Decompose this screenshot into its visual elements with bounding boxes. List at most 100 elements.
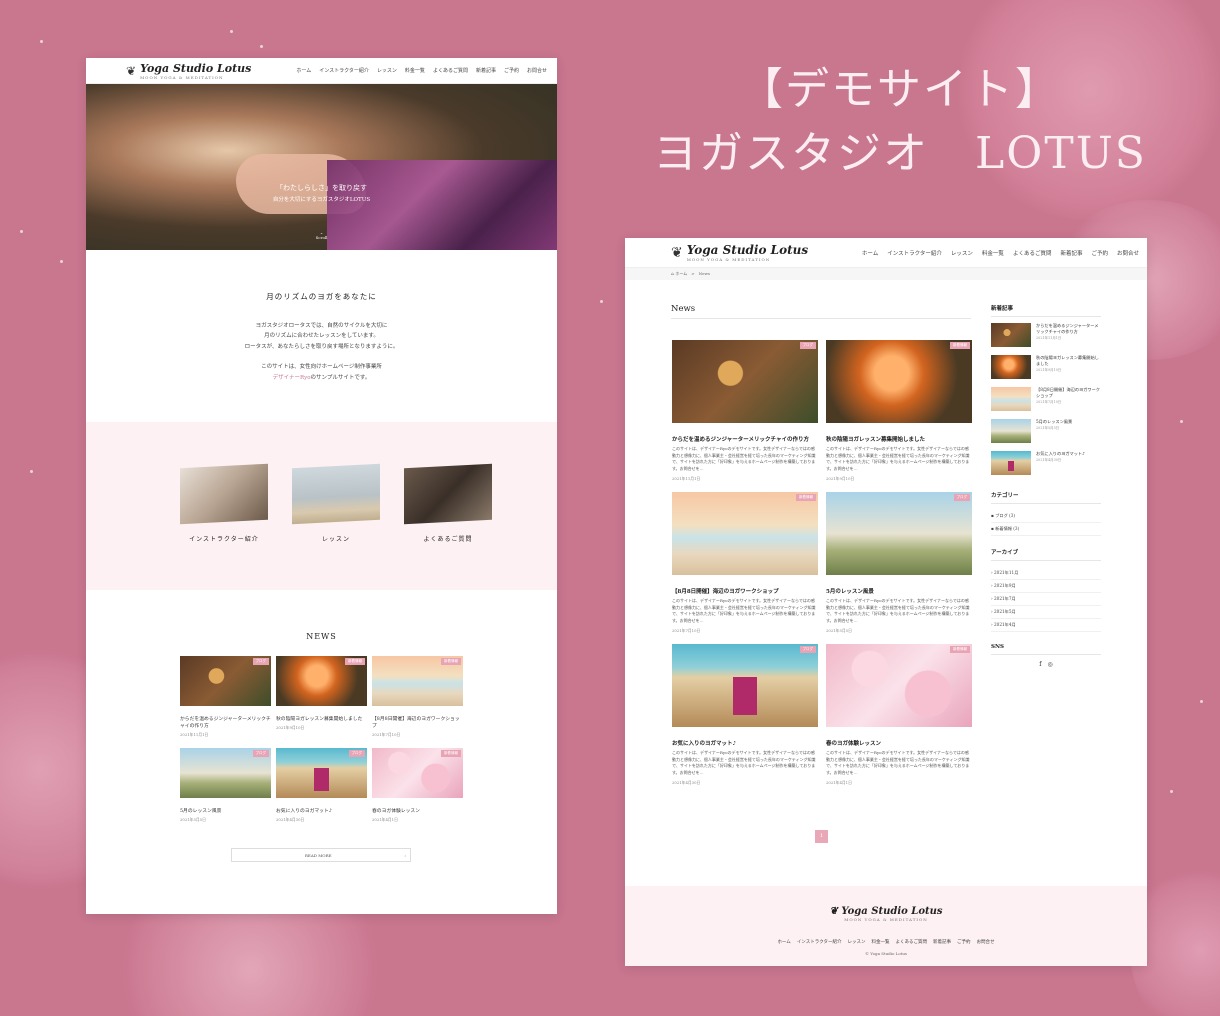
nav-instructor[interactable]: インストラクター紹介 <box>887 249 942 257</box>
page-title: News <box>671 304 971 319</box>
footer-nav-home[interactable]: ホーム <box>777 939 790 945</box>
card-label: よくあるご質問 <box>423 536 473 543</box>
category-tag: ブログ <box>252 750 269 757</box>
post-date: 2021年4月30日 <box>672 780 701 785</box>
post-excerpt: このサイトは、デザイナーRyoのデモサイトです。女性デザイナーならではの感動力と… <box>672 446 816 471</box>
feature-card-instructor[interactable]: インストラクター紹介 <box>180 463 268 543</box>
site-logo[interactable]: Yoga Studio Lotus MOON YOGA & MEDITATION <box>687 243 808 262</box>
post-card[interactable]: 新着情報 【8月8日開催】海辺のヨガワークショップ このサイトは、デザイナーRy… <box>672 492 818 634</box>
news-heading: NEWS <box>306 632 337 641</box>
news-item[interactable]: 新着情報 【8月8日開催】海辺のヨガワークショップ 2021年7月10日 <box>372 656 463 738</box>
sidebar-recent-item[interactable]: お気に入りのヨガマット♪ 2021年4月30日 <box>991 451 1101 475</box>
footer-nav-news[interactable]: 新着記事 <box>933 939 951 945</box>
footer-nav-instructor[interactable]: インストラクター紹介 <box>797 939 842 945</box>
news-title: お気に入りのヨガマット♪ <box>276 809 332 814</box>
nav-instructor[interactable]: インストラクター紹介 <box>319 67 369 74</box>
footer-logo[interactable]: ❦ Yoga Studio Lotus MOON YOGA & MEDITATI… <box>829 906 942 922</box>
folder-icon: ▪ <box>991 513 994 518</box>
sidebar-recent-item[interactable]: からだを温めるジンジャーターメリックチャイの作り方 2021年11月1日 <box>991 323 1101 347</box>
card-image <box>404 463 492 525</box>
nav-faq[interactable]: よくあるご質問 <box>1013 249 1052 257</box>
recent-thumbnail <box>991 323 1031 347</box>
footer-nav-contact[interactable]: お問合せ <box>977 939 995 945</box>
feature-card-faq[interactable]: よくあるご質問 <box>404 463 492 543</box>
post-date: 2021年9月10日 <box>826 476 855 481</box>
post-thumbnail: 新着情報 <box>826 644 972 727</box>
category-tag: ブログ <box>348 750 365 757</box>
sidebar-recent-item[interactable]: 秋の陰陽ヨガレッスン募集開始しました 2021年9月10日 <box>991 355 1101 379</box>
nav-lesson[interactable]: レッスン <box>951 249 973 257</box>
news-date: 2021年5月5日 <box>180 817 206 822</box>
news-item[interactable]: 新着情報 秋の陰陽ヨガレッスン募集開始しました 2021年9月10日 <box>276 656 367 738</box>
news-title: 5月のレッスン風景 <box>180 809 222 814</box>
feature-card-lesson[interactable]: レッスン <box>292 463 380 543</box>
lotus-icon: ❦ <box>671 244 683 261</box>
recent-thumbnail <box>991 451 1031 475</box>
post-card[interactable]: 新着情報 秋の陰陽ヨガレッスン募集開始しました このサイトは、デザイナーRyoの… <box>826 340 972 482</box>
archive-item[interactable]: › 2021年4月 <box>991 619 1101 632</box>
instagram-icon[interactable]: ◎ <box>1047 661 1052 668</box>
sidebar-recent-item[interactable]: 5月のレッスン風景 2021年5月5日 <box>991 419 1101 443</box>
post-card[interactable]: ブログ からだを温めるジンジャーターメリックチャイの作り方 このサイトは、デザイ… <box>672 340 818 482</box>
news-grid: ブログ からだを温めるジンジャーターメリックチャイの作り方 2021年11月1日… <box>180 656 463 823</box>
post-excerpt: このサイトは、デザイナーRyoのデモサイトです。女性デザイナーならではの感動力と… <box>672 750 816 775</box>
archive-item[interactable]: › 2021年5月 <box>991 606 1101 619</box>
archive-item[interactable]: › 2021年9月 <box>991 580 1101 593</box>
card-label: レッスン <box>321 536 350 543</box>
category-tag: 新着情報 <box>441 750 461 757</box>
category-tag: ブログ <box>252 658 269 665</box>
headline: 【デモサイト】 ヨガスタジオ LOTUS <box>640 58 1160 186</box>
sidebar-recent-item[interactable]: 【8月8日開催】海辺のヨガワークショップ 2021年7月10日 <box>991 387 1101 411</box>
site-header: ❦ Yoga Studio Lotus MOON YOGA & MEDITATI… <box>86 58 557 84</box>
pagination-current-page[interactable]: 1 <box>815 830 828 843</box>
site-footer: ❦ Yoga Studio Lotus MOON YOGA & MEDITATI… <box>625 886 1147 966</box>
post-thumbnail: ブログ <box>672 340 818 423</box>
lotus-icon: ❦ <box>126 63 137 78</box>
nav-reserve[interactable]: ご予約 <box>504 67 519 74</box>
post-date: 2021年4月1日 <box>826 780 852 785</box>
nav-news[interactable]: 新着記事 <box>476 67 496 74</box>
hero-copy: 「わたしらしさ」を取り戻す 自分を大切にするヨガスタジオLOTUS <box>86 182 557 206</box>
nav-contact[interactable]: お問合せ <box>527 67 547 74</box>
nav-price[interactable]: 料金一覧 <box>982 249 1004 257</box>
facebook-icon[interactable]: f <box>1039 661 1041 668</box>
post-card[interactable]: 新着情報 春のヨガ体験レッスン このサイトは、デザイナーRyoのデモサイトです。… <box>826 644 972 786</box>
post-card[interactable]: ブログ お気に入りのヨガマット♪ このサイトは、デザイナーRyoのデモサイトです… <box>672 644 818 786</box>
nav-faq[interactable]: よくあるご質問 <box>433 67 468 74</box>
news-item[interactable]: ブログ お気に入りのヨガマット♪ 2021年4月30日 <box>276 748 367 823</box>
post-card[interactable]: ブログ 5月のレッスン風景 このサイトは、デザイナーRyoのデモサイトです。女性… <box>826 492 972 634</box>
category-item[interactable]: ▪ 新着情報 (3) <box>991 523 1101 536</box>
footer-nav-price[interactable]: 料金一覧 <box>872 939 890 945</box>
read-more-button[interactable]: READ MORE › <box>231 848 411 862</box>
nav-home[interactable]: ホーム <box>862 249 878 257</box>
news-thumbnail: 新着情報 <box>372 748 463 798</box>
category-tag: 新着情報 <box>950 342 970 349</box>
category-item[interactable]: ▪ ブログ (3) <box>991 510 1101 523</box>
news-item[interactable]: ブログ からだを温めるジンジャーターメリックチャイの作り方 2021年11月1日 <box>180 656 271 738</box>
nav-reserve[interactable]: ご予約 <box>1091 249 1108 257</box>
nav-home[interactable]: ホーム <box>296 67 311 74</box>
designer-link[interactable]: デザイナーRyo <box>273 375 311 381</box>
nav-lesson[interactable]: レッスン <box>377 67 397 74</box>
news-item[interactable]: 新着情報 春のヨガ体験レッスン 2021年4月1日 <box>372 748 463 823</box>
nav-price[interactable]: 料金一覧 <box>405 67 425 74</box>
scroll-indicator[interactable]: ⌄ Scroll <box>86 230 557 240</box>
post-title: 【8月8日開催】海辺のヨガワークショップ <box>672 589 779 595</box>
post-thumbnail: ブログ <box>826 492 972 575</box>
post-title: お気に入りのヨガマット♪ <box>672 741 737 747</box>
news-date: 2021年4月30日 <box>276 817 305 822</box>
news-date: 2021年4月1日 <box>372 817 398 822</box>
nav-news[interactable]: 新着記事 <box>1060 249 1082 257</box>
right-news-page-mock: ❦ Yoga Studio Lotus MOON YOGA & MEDITATI… <box>625 238 1147 966</box>
nav-contact[interactable]: お問合せ <box>1117 249 1139 257</box>
footer-nav-faq[interactable]: よくあるご質問 <box>896 939 928 945</box>
archive-item[interactable]: › 2021年7月 <box>991 593 1101 606</box>
site-logo[interactable]: Yoga Studio Lotus MOON YOGA & MEDITATION <box>140 62 251 80</box>
post-thumbnail: 新着情報 <box>826 340 972 423</box>
sns-links: f ◎ <box>991 661 1101 668</box>
news-item[interactable]: ブログ 5月のレッスン風景 2021年5月5日 <box>180 748 271 823</box>
post-thumbnail: 新着情報 <box>672 492 818 575</box>
archive-item[interactable]: › 2021年11月 <box>991 567 1101 580</box>
footer-nav-reserve[interactable]: ご予約 <box>957 939 971 945</box>
footer-nav-lesson[interactable]: レッスン <box>848 939 866 945</box>
